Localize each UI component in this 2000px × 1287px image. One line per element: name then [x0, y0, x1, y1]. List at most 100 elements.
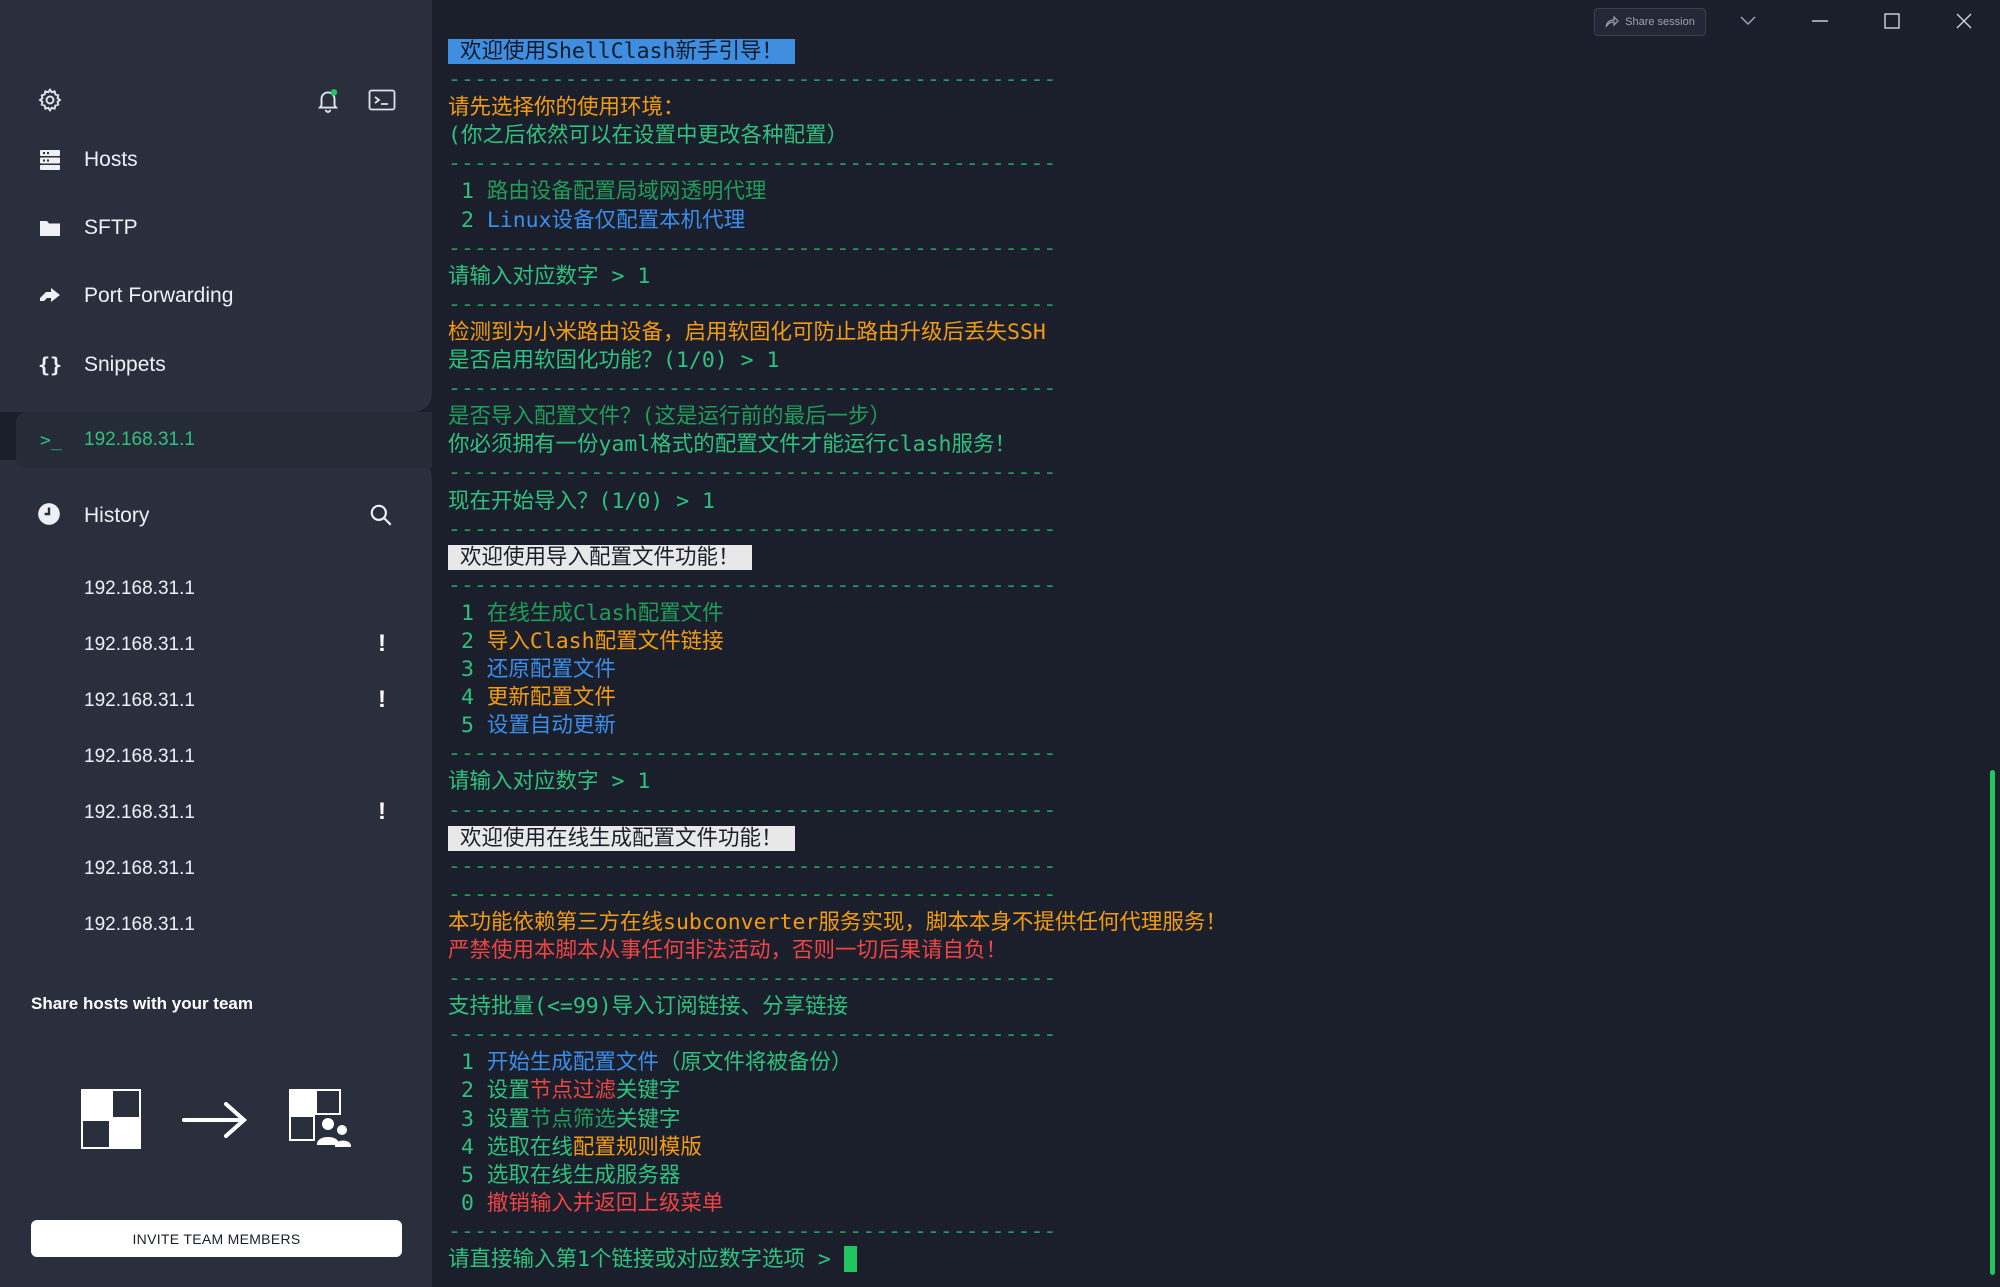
share-session-label: Share session	[1625, 16, 1695, 28]
terminal-line: 0 撤销输入并返回上级菜单	[448, 1190, 1978, 1218]
history-item-label: 192.168.31.1	[84, 802, 195, 823]
nav-label: Snippets	[84, 353, 166, 376]
nav-label: Hosts	[84, 148, 138, 171]
terminal-text: 5	[448, 1162, 487, 1188]
terminal-line: 1 路由设备配置局域网透明代理	[448, 178, 1978, 206]
terminal-text: 开始生成配置文件	[486, 1050, 659, 1076]
history-item[interactable]: 192.168.31.1	[0, 842, 432, 898]
sidebar: Hosts SFTP Port Forwarding {} Snippets >…	[0, 0, 432, 1287]
terminal-line: 检测到为小米路由设备，启用软固化可防止路由升级后丢失SSH	[448, 319, 1978, 347]
terminal-line: ----------------------------------------…	[448, 291, 1978, 319]
terminal-text: 4	[448, 685, 487, 711]
terminal-line: 4 选取在线配置规则模版	[448, 1134, 1978, 1162]
terminal-text: 请先选择你的使用环境：	[448, 95, 685, 121]
terminal-cursor	[843, 1246, 857, 1273]
history-item-label: 192.168.31.1	[84, 858, 195, 879]
terminal-line: 2 导入Clash配置文件链接	[448, 628, 1978, 656]
terminal-line: 3 设置节点筛选关键字	[448, 1106, 1978, 1134]
history-header: History	[0, 488, 432, 544]
terminal-text: 配置规则模版	[572, 1134, 702, 1160]
history-item[interactable]: 192.168.31.1 !	[0, 674, 432, 730]
terminal-line: 是否启用软固化功能？(1/0) > 1	[448, 347, 1978, 375]
terminal-text: 请输入对应数字 > 1	[448, 263, 651, 289]
terminal-pane[interactable]: 欢迎使用ShellClash新手引导！ ---------------------…	[432, 0, 2000, 1287]
terminal-line: ----------------------------------------…	[448, 965, 1978, 993]
nav-port-forwarding[interactable]: Port Forwarding	[0, 268, 432, 324]
port-forward-icon	[36, 282, 64, 310]
share-hosts-title: Share hosts with your team	[31, 994, 253, 1013]
terminal-text: 支持批量(<=99)导入订阅链接、分享链接	[448, 994, 849, 1020]
terminal-text: 选取在线生成服务器	[486, 1162, 681, 1188]
history-item[interactable]: 192.168.31.1	[0, 898, 432, 954]
nav-hosts[interactable]: Hosts	[0, 132, 432, 188]
terminal-line: ----------------------------------------…	[448, 66, 1978, 94]
warning-icon: !	[378, 798, 386, 825]
chevron-down-icon[interactable]	[1728, 6, 1768, 36]
terminal-text: 本功能依赖第三方在线subconverter服务实现，脚本本身不提供任何代理服务…	[448, 909, 1227, 935]
terminal-line: 请输入对应数字 > 1	[448, 263, 1978, 291]
terminal-prompt-icon: >_	[40, 429, 62, 451]
terminal-line: 1 在线生成Clash配置文件	[448, 600, 1978, 628]
invite-team-members-button[interactable]: INVITE TEAM MEMBERS	[31, 1220, 402, 1257]
history-item[interactable]: 192.168.31.1	[0, 730, 432, 786]
history-item[interactable]: 192.168.31.1 !	[0, 786, 432, 842]
terminal-text: 欢迎使用在线生成配置文件功能！	[448, 825, 795, 851]
terminal-text: （原文件将被备份）	[658, 1050, 853, 1076]
terminal-line: ----------------------------------------…	[448, 150, 1978, 178]
history-title: History	[84, 504, 150, 527]
nav-snippets[interactable]: {} Snippets	[0, 337, 432, 393]
terminal-line: ----------------------------------------…	[448, 1021, 1978, 1049]
share-session-button[interactable]: Share session	[1594, 8, 1706, 36]
terminal-line: 欢迎使用ShellClash新手引导！	[448, 38, 1978, 66]
close-icon[interactable]	[1944, 6, 1984, 36]
terminal-text: 节点筛选	[529, 1106, 616, 1132]
terminal-text: ----------------------------------------…	[448, 572, 1057, 598]
terminal-line: 4 更新配置文件	[448, 684, 1978, 712]
terminal-scrollbar[interactable]	[1990, 770, 1995, 1275]
notification-bell-icon[interactable]	[310, 82, 346, 118]
terminal-text: 设置自动更新	[486, 713, 616, 739]
terminal-text: 欢迎使用导入配置文件功能！	[448, 544, 752, 570]
terminal-text: 2	[448, 628, 487, 654]
terminal-text: ----------------------------------------…	[448, 67, 1057, 93]
terminal-line: 5 设置自动更新	[448, 712, 1978, 740]
terminal-icon[interactable]	[364, 82, 400, 118]
terminal-line: ----------------------------------------…	[448, 797, 1978, 825]
minimize-icon[interactable]	[1800, 6, 1840, 36]
terminal-text: ----------------------------------------…	[448, 516, 1057, 542]
terminal-line: 5 选取在线生成服务器	[448, 1162, 1978, 1190]
terminal-line: ----------------------------------------…	[448, 740, 1978, 768]
terminal-line: 本功能依赖第三方在线subconverter服务实现，脚本本身不提供任何代理服务…	[448, 909, 1978, 937]
history-item[interactable]: 192.168.31.1	[0, 562, 432, 618]
terminal-text: 1	[448, 1050, 487, 1076]
settings-gear-icon[interactable]	[32, 82, 68, 118]
terminal-text: 欢迎使用ShellClash新手引导！	[448, 39, 795, 64]
session-host-label: 192.168.31.1	[84, 429, 195, 450]
terminal-text: 现在开始导入？(1/0) > 1	[448, 488, 715, 514]
terminal-line: 请直接输入第1个链接或对应数字选项 >	[448, 1246, 1978, 1274]
active-session-tab[interactable]: >_ 192.168.31.1	[16, 412, 432, 468]
terminal-text: 节点过滤	[529, 1078, 616, 1104]
search-icon[interactable]	[368, 502, 394, 532]
terminal-text: 5	[448, 713, 487, 739]
terminal-line: 严禁使用本脚本从事任何非法活动，否则一切后果请自负！	[448, 937, 1978, 965]
hosts-grid-icon	[81, 1089, 141, 1149]
nav-sftp[interactable]: SFTP	[0, 200, 432, 256]
maximize-icon[interactable]	[1872, 6, 1912, 36]
terminal-text: ----------------------------------------…	[448, 291, 1057, 317]
terminal-line: ----------------------------------------…	[448, 853, 1978, 881]
terminal-line: ----------------------------------------…	[448, 235, 1978, 263]
clock-icon	[36, 501, 62, 531]
hosts-icon	[36, 146, 64, 174]
terminal-line: ----------------------------------------…	[448, 572, 1978, 600]
terminal-text: 你必须拥有一份yaml格式的配置文件才能运行clash服务！	[448, 432, 1016, 458]
terminal-text: ----------------------------------------…	[448, 881, 1057, 907]
terminal-text: 3	[448, 657, 487, 683]
terminal-line: 你必须拥有一份yaml格式的配置文件才能运行clash服务！	[448, 431, 1978, 459]
terminal-text: 设置	[486, 1106, 530, 1132]
share-hosts-illustration	[81, 1089, 352, 1149]
terminal-text: 严禁使用本脚本从事任何非法活动，否则一切后果请自负！	[448, 938, 1008, 963]
terminal-text: 导入Clash配置文件链接	[486, 628, 724, 654]
terminal-line: ----------------------------------------…	[448, 1218, 1978, 1246]
history-item[interactable]: 192.168.31.1 !	[0, 618, 432, 674]
